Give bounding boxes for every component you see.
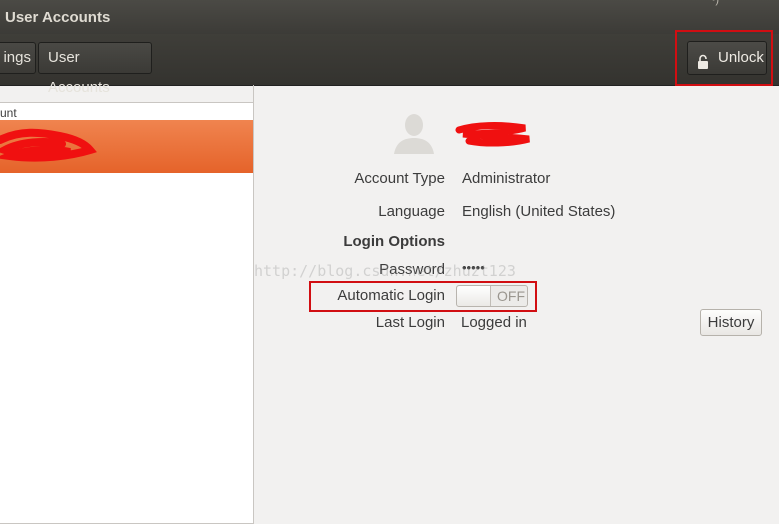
- accounts-group-label: unt: [0, 106, 17, 120]
- titlebar-corner-glyph: ᶜ): [711, 0, 719, 6]
- redacted-name-scribble: [455, 122, 530, 147]
- unlock-highlight-box: [675, 30, 773, 86]
- redacted-scribble: [0, 128, 97, 162]
- watermark-text: http://blog.csdn.net/zhuzt123: [254, 262, 516, 280]
- account-type-value[interactable]: Administrator: [462, 170, 550, 187]
- breadcrumb-settings[interactable]: ings: [0, 42, 36, 74]
- window-title: User Accounts: [5, 9, 111, 26]
- user-avatar-icon[interactable]: [392, 112, 436, 154]
- last-login-label: Last Login: [375, 314, 445, 331]
- history-button[interactable]: History: [700, 309, 762, 336]
- pane-divider: [253, 85, 254, 103]
- automatic-login-highlight-box: [309, 281, 537, 312]
- window-titlebar: User Accounts ᶜ): [0, 0, 779, 34]
- language-label: Language: [378, 203, 445, 220]
- login-options-heading: Login Options: [343, 233, 445, 250]
- accounts-list[interactable]: unt: [0, 102, 254, 524]
- language-value[interactable]: English (United States): [462, 203, 615, 220]
- breadcrumb-user-accounts[interactable]: User Accounts: [38, 42, 152, 96]
- account-type-label: Account Type: [354, 170, 445, 187]
- last-login-value: Logged in: [461, 314, 527, 331]
- toolbar: ings User Accounts Unlock: [0, 34, 779, 96]
- account-list-item-selected[interactable]: [0, 120, 253, 173]
